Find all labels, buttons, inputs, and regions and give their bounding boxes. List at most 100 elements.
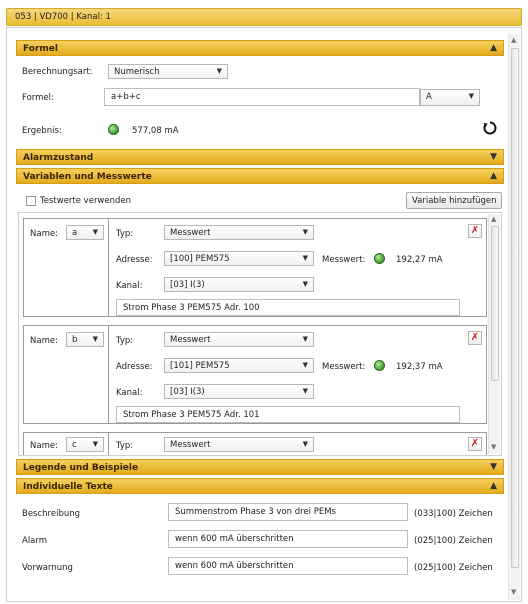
typ-select[interactable]: Messwert ▼ bbox=[164, 437, 314, 452]
scroll-down-icon[interactable]: ▼ bbox=[491, 443, 496, 451]
typ-label: Typ: bbox=[116, 336, 134, 346]
scroll-up-icon[interactable]: ▲ bbox=[491, 215, 496, 223]
beschreibung-char-count: (033|100) Zeichen bbox=[414, 509, 493, 519]
refresh-icon[interactable] bbox=[482, 120, 498, 136]
name-label: Name: bbox=[30, 441, 58, 451]
add-variable-label: Variable hinzufügen bbox=[412, 196, 497, 206]
variable-name-cell: Name: a ▼ bbox=[24, 219, 109, 316]
name-label: Name: bbox=[30, 229, 58, 239]
dropdown-caret-icon: ▼ bbox=[302, 254, 308, 262]
kanal-value: [03] I(3) bbox=[170, 280, 205, 290]
delete-x-icon[interactable]: ✗ bbox=[468, 437, 482, 451]
typ-label: Typ: bbox=[116, 441, 134, 451]
status-led-icon bbox=[374, 253, 385, 264]
variable-description-input[interactable]: Strom Phase 3 PEM575 Adr. 101 bbox=[116, 406, 460, 423]
section-alarmzustand-header[interactable]: Alarmzustand ▼ bbox=[16, 149, 504, 165]
ergebnis-label: Ergebnis: bbox=[22, 126, 62, 136]
delete-x-icon[interactable]: ✗ bbox=[468, 224, 482, 238]
dropdown-caret-icon: ▼ bbox=[92, 335, 98, 343]
window-title-bar: 053 | VD700 | Kanal: 1 bbox=[6, 8, 522, 26]
unit-select[interactable]: A ▼ bbox=[420, 89, 480, 106]
variable-list-scrollbar-thumb[interactable] bbox=[491, 226, 499, 381]
main-scrollbar[interactable]: ▲ ▼ bbox=[508, 34, 520, 600]
alarm-char-count: (025|100) Zeichen bbox=[414, 536, 493, 546]
app-window: 053 | VD700 | Kanal: 1 ▲ ▼ Formel ▲ Bere… bbox=[0, 0, 528, 604]
section-formel-header[interactable]: Formel ▲ bbox=[16, 40, 504, 56]
kanal-label: Kanal: bbox=[116, 388, 143, 398]
scroll-down-icon[interactable]: ▼ bbox=[511, 588, 516, 596]
beschreibung-input[interactable]: Summenstrom Phase 3 von drei PEMs bbox=[168, 503, 408, 521]
vorwarnung-char-count: (025|100) Zeichen bbox=[414, 563, 493, 573]
alarm-input[interactable]: wenn 600 mA überschritten bbox=[168, 530, 408, 548]
messwert-label: Messwert: bbox=[322, 362, 366, 372]
variable-card: Name: a ▼ Typ: Messwert ▼ ✗ Adresse: [10… bbox=[23, 218, 487, 317]
chevron-up-icon[interactable]: ▲ bbox=[490, 481, 497, 491]
section-legende-header[interactable]: Legende und Beispiele ▼ bbox=[16, 459, 504, 475]
typ-select[interactable]: Messwert ▼ bbox=[164, 332, 314, 347]
chevron-down-icon[interactable]: ▼ bbox=[490, 462, 497, 472]
name-select[interactable]: a ▼ bbox=[66, 225, 104, 240]
dropdown-caret-icon: ▼ bbox=[92, 228, 98, 236]
section-texte-title: Individuelle Texte bbox=[23, 482, 113, 492]
dropdown-caret-icon: ▼ bbox=[302, 280, 308, 288]
section-texte-header[interactable]: Individuelle Texte ▲ bbox=[16, 478, 504, 494]
kanal-select[interactable]: [03] I(3) ▼ bbox=[164, 277, 314, 292]
variable-description-input[interactable]: Strom Phase 3 PEM575 Adr. 100 bbox=[116, 299, 460, 316]
variable-card: Name: b ▼ Typ: Messwert ▼ ✗ Adresse: [10… bbox=[23, 325, 487, 424]
variable-description-value: Strom Phase 3 PEM575 Adr. 100 bbox=[123, 303, 260, 313]
formel-label: Formel: bbox=[22, 93, 54, 103]
dropdown-caret-icon: ▼ bbox=[302, 228, 308, 236]
dropdown-caret-icon: ▼ bbox=[92, 440, 98, 448]
berechnungsart-label: Berechnungsart: bbox=[22, 67, 93, 77]
typ-value: Messwert bbox=[170, 228, 211, 238]
adresse-select[interactable]: [100] PEM575 ▼ bbox=[164, 251, 314, 266]
status-led-icon bbox=[108, 124, 119, 135]
name-select[interactable]: c ▼ bbox=[66, 437, 104, 452]
typ-select[interactable]: Messwert ▼ bbox=[164, 225, 314, 240]
vorwarnung-input[interactable]: wenn 600 mA überschritten bbox=[168, 557, 408, 575]
variable-description-value: Strom Phase 3 PEM575 Adr. 101 bbox=[123, 410, 260, 420]
testwerte-checkbox[interactable] bbox=[26, 196, 36, 206]
name-select[interactable]: b ▼ bbox=[66, 332, 104, 347]
section-alarmzustand-title: Alarmzustand bbox=[23, 153, 94, 163]
scroll-up-icon[interactable]: ▲ bbox=[511, 36, 516, 44]
section-legende-title: Legende und Beispiele bbox=[23, 463, 139, 473]
dropdown-caret-icon: ▼ bbox=[302, 361, 308, 369]
name-value: b bbox=[72, 335, 78, 345]
status-led-icon bbox=[374, 360, 385, 371]
chevron-up-icon[interactable]: ▲ bbox=[490, 43, 497, 53]
section-variablen-title: Variablen und Messwerte bbox=[23, 172, 152, 182]
dropdown-caret-icon: ▼ bbox=[302, 387, 308, 395]
variable-list-scrollbar[interactable]: ▲ ▼ bbox=[488, 214, 500, 454]
chevron-up-icon[interactable]: ▲ bbox=[490, 171, 497, 181]
window-title: 053 | VD700 | Kanal: 1 bbox=[15, 12, 111, 22]
variable-list: Name: a ▼ Typ: Messwert ▼ ✗ Adresse: [10… bbox=[18, 212, 502, 456]
delete-x-icon[interactable]: ✗ bbox=[468, 331, 482, 345]
alarm-label: Alarm bbox=[22, 536, 48, 546]
section-variablen-header[interactable]: Variablen und Messwerte ▲ bbox=[16, 168, 504, 184]
beschreibung-value: Summenstrom Phase 3 von drei PEMs bbox=[175, 507, 336, 517]
name-label: Name: bbox=[30, 336, 58, 346]
variable-name-cell: Name: b ▼ bbox=[24, 326, 109, 423]
add-variable-button[interactable]: Variable hinzufügen bbox=[406, 192, 502, 209]
dropdown-caret-icon: ▼ bbox=[468, 92, 474, 100]
berechnungsart-select[interactable]: Numerisch ▼ bbox=[108, 64, 228, 79]
typ-value: Messwert bbox=[170, 440, 211, 450]
formel-input[interactable]: a+b+c bbox=[104, 88, 420, 106]
messwert-label: Messwert: bbox=[322, 255, 366, 265]
alarm-value: wenn 600 mA überschritten bbox=[175, 534, 294, 544]
beschreibung-label: Beschreibung bbox=[22, 509, 81, 519]
adresse-select[interactable]: [101] PEM575 ▼ bbox=[164, 358, 314, 373]
adresse-label: Adresse: bbox=[116, 362, 153, 372]
kanal-label: Kanal: bbox=[116, 281, 143, 291]
adresse-value: [101] PEM575 bbox=[170, 361, 230, 371]
main-scrollbar-thumb[interactable] bbox=[511, 48, 519, 568]
messwert-value: 192,37 mA bbox=[396, 362, 443, 372]
dropdown-caret-icon: ▼ bbox=[302, 440, 308, 448]
typ-value: Messwert bbox=[170, 335, 211, 345]
ergebnis-value: 577,08 mA bbox=[132, 126, 179, 136]
dropdown-caret-icon: ▼ bbox=[302, 335, 308, 343]
adresse-label: Adresse: bbox=[116, 255, 153, 265]
kanal-select[interactable]: [03] I(3) ▼ bbox=[164, 384, 314, 399]
chevron-down-icon[interactable]: ▼ bbox=[490, 152, 497, 162]
